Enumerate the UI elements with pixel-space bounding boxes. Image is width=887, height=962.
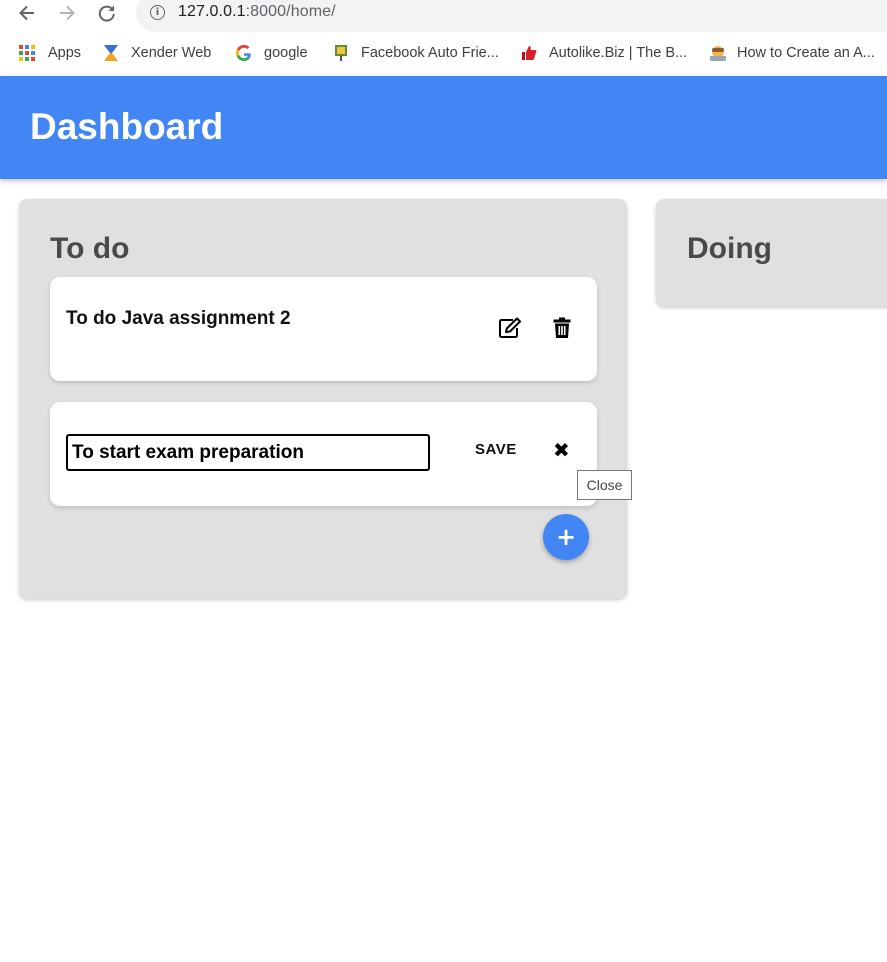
facebook-auto-friend-icon (332, 44, 350, 62)
task-edit-card: SAVE ✖ (50, 402, 597, 506)
app-header: Dashboard (0, 76, 887, 179)
close-icon[interactable]: ✖ (553, 438, 570, 462)
close-tooltip: Close (577, 470, 632, 500)
bookmark-label: Facebook Auto Frie... (361, 45, 499, 61)
how-to-create-icon (708, 44, 726, 62)
column-title: Doing (687, 232, 772, 265)
save-button[interactable]: SAVE (475, 441, 517, 458)
xender-icon (102, 44, 120, 62)
column-title: To do (50, 232, 130, 265)
info-icon[interactable]: i (150, 5, 165, 20)
page-title: Dashboard (30, 106, 224, 147)
bookmark-label: Xender Web (131, 45, 212, 61)
address-bar[interactable]: i 127.0.0.1:8000/home/ (136, 0, 887, 32)
bookmark-xender-web[interactable]: Xender Web (102, 34, 211, 72)
bookmark-facebook-auto-friend[interactable]: Facebook Auto Frie... (332, 34, 499, 72)
bookmark-autolike[interactable]: Autolike.Biz | The B... (520, 34, 687, 72)
column-doing: Doing (656, 199, 887, 306)
bookmark-how-to-create[interactable]: How to Create an A... (708, 34, 875, 72)
url-text: 127.0.0.1:8000/home/ (178, 3, 336, 20)
bookmark-google[interactable]: google (235, 34, 308, 72)
apps-grid-icon (19, 44, 37, 62)
google-icon (235, 44, 253, 62)
bookmark-label: google (264, 45, 308, 61)
task-edit-input[interactable] (66, 434, 430, 471)
task-text: To do Java assignment 2 (66, 308, 291, 329)
task-card[interactable]: To do Java assignment 2 (50, 277, 597, 381)
trash-icon[interactable] (549, 315, 575, 341)
back-arrow-icon[interactable] (12, 0, 42, 26)
column-todo: To do To do Java assignment 2 SAVE ✖ (19, 199, 627, 598)
bookmarks-bar: Apps Xender Web google Facebook Auto Fri… (0, 34, 887, 76)
bookmark-label: Autolike.Biz | The B... (549, 45, 688, 61)
reload-icon[interactable] (92, 0, 122, 26)
bookmark-label: Apps (48, 45, 82, 61)
browser-toolbar: i 127.0.0.1:8000/home/ (0, 0, 887, 34)
bookmark-label: How to Create an A... (737, 45, 875, 61)
add-card-button[interactable]: + (543, 514, 589, 560)
bookmark-apps[interactable]: Apps (19, 34, 81, 72)
edit-icon[interactable] (497, 315, 523, 341)
forward-arrow-icon[interactable] (52, 0, 82, 26)
autolike-icon (520, 44, 538, 62)
plus-icon: + (555, 523, 577, 551)
